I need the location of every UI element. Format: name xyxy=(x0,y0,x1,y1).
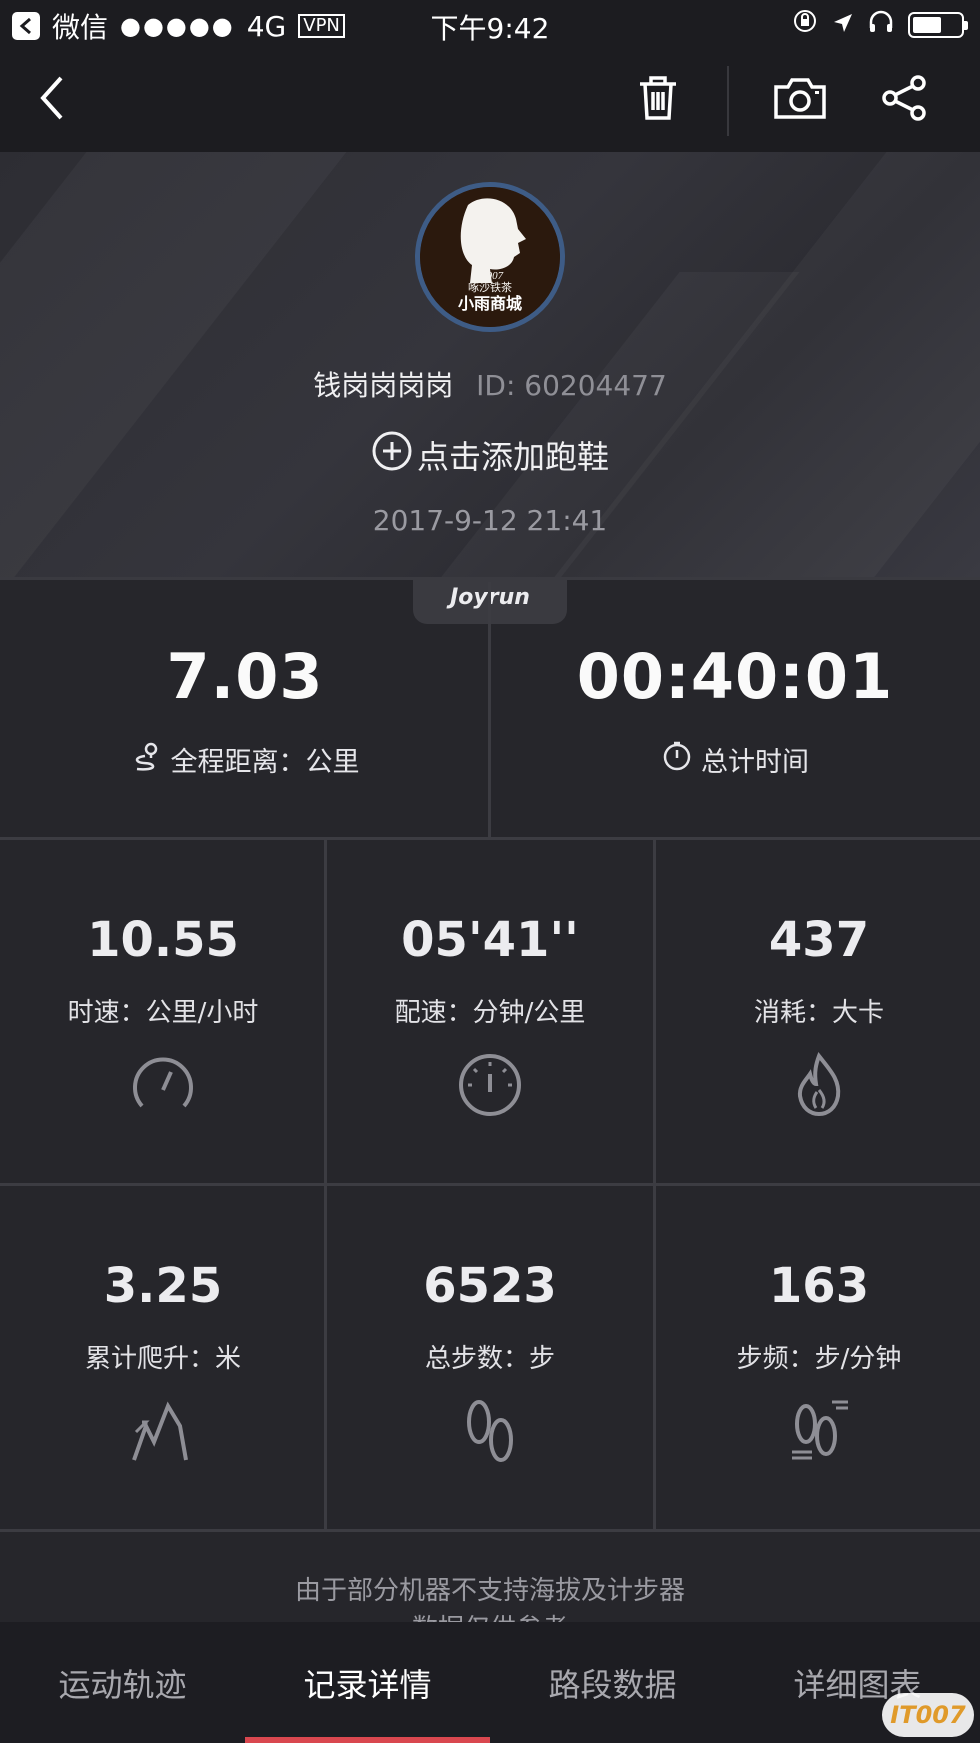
profile-header: IT007 啄沙铁茶 小雨商城 钱岗岗岗岗 ID: 60204477 点击添加跑… xyxy=(0,152,980,578)
battery-fill xyxy=(913,16,941,33)
pace-stat: 05'41'' 配速：分钟/公里 xyxy=(327,840,653,1182)
cadence-icon xyxy=(784,1396,854,1466)
camera-button[interactable] xyxy=(770,70,830,130)
stopwatch-icon xyxy=(661,740,693,779)
cadence-stat: 163 步频：步/分钟 xyxy=(656,1186,980,1528)
duration-metric: 00:40:01 总计时间 xyxy=(490,582,980,838)
rotation-lock-icon xyxy=(792,8,818,41)
pace-value: 05'41'' xyxy=(401,912,579,968)
user-name: 钱岗岗岗岗 xyxy=(313,369,454,402)
speed-stat: 10.55 时速：公里/小时 xyxy=(0,840,326,1182)
trash-icon xyxy=(636,74,680,126)
status-right xyxy=(792,8,968,41)
steps-stat: 6523 总步数：步 xyxy=(327,1186,653,1528)
bottom-tab-bar: 运动轨迹 记录详情 路段数据 详细图表 IT007 xyxy=(0,1622,980,1743)
nav-divider xyxy=(727,66,729,136)
cadence-value: 163 xyxy=(768,1258,870,1314)
plus-circle-icon xyxy=(371,430,413,480)
tab-segment-data[interactable]: 路段数据 xyxy=(490,1622,735,1743)
cadence-label: 步频：步/分钟 xyxy=(736,1344,902,1374)
grid-bottom-divider xyxy=(0,1529,980,1532)
back-button[interactable] xyxy=(22,70,82,130)
status-bar: 微信 ●●●●● 4G VPN 下午9:42 xyxy=(0,0,980,48)
add-shoe-button[interactable]: 点击添加跑鞋 xyxy=(0,430,980,480)
nav-bar xyxy=(0,48,980,152)
climb-stat: 3.25 累计爬升：米 xyxy=(0,1186,326,1528)
duration-label-row: 总计时间 xyxy=(490,740,980,779)
avatar-line3: 小雨商城 xyxy=(458,294,522,313)
flame-icon xyxy=(784,1050,854,1120)
speedometer-icon xyxy=(128,1050,198,1120)
distance-metric: 7.03 全程距离：公里 xyxy=(0,582,490,838)
climb-icon xyxy=(128,1396,198,1466)
pace-label: 配速：分钟/公里 xyxy=(394,998,586,1028)
tab-track[interactable]: 运动轨迹 xyxy=(0,1622,245,1743)
speed-value: 10.55 xyxy=(87,912,239,968)
calories-value: 437 xyxy=(768,912,870,968)
calories-stat: 437 消耗：大卡 xyxy=(656,840,980,1182)
share-icon xyxy=(880,74,928,126)
tab-record-details[interactable]: 记录详情 xyxy=(245,1622,490,1743)
distance-label: 全程距离：公里 xyxy=(170,747,360,778)
pace-gauge-icon xyxy=(455,1050,525,1120)
steps-value: 6523 xyxy=(423,1258,557,1314)
route-pin-icon xyxy=(131,740,163,779)
steps-label: 总步数：步 xyxy=(424,1344,555,1374)
footprints-icon xyxy=(455,1396,525,1466)
duration-label: 总计时间 xyxy=(701,747,809,778)
user-id: ID: 60204477 xyxy=(476,369,667,402)
battery-icon xyxy=(908,11,968,38)
distance-value: 7.03 xyxy=(166,640,324,713)
chevron-left-icon xyxy=(37,74,67,126)
climb-label: 累计爬升：米 xyxy=(84,1344,241,1374)
run-date: 2017-9-12 21:41 xyxy=(372,504,608,537)
climb-value: 3.25 xyxy=(103,1258,223,1314)
camera-icon xyxy=(772,75,828,125)
avatar[interactable]: IT007 啄沙铁茶 小雨商城 xyxy=(415,182,565,332)
add-shoe-label: 点击添加跑鞋 xyxy=(416,438,609,476)
disclaimer-line1: 由于部分机器不支持海拔及计步器 xyxy=(294,1576,685,1606)
duration-value: 00:40:01 xyxy=(576,640,894,713)
watermark-logo: IT007 xyxy=(882,1693,974,1737)
location-arrow-icon xyxy=(832,8,854,41)
distance-label-row: 全程距离：公里 xyxy=(0,740,490,779)
user-info: 钱岗岗岗岗 ID: 60204477 xyxy=(0,364,980,404)
avatar-line2: 啄沙铁茶 xyxy=(468,281,512,294)
calories-label: 消耗：大卡 xyxy=(753,998,884,1028)
headphones-icon xyxy=(868,8,894,41)
speed-label: 时速：公里/小时 xyxy=(67,998,259,1028)
delete-button[interactable] xyxy=(628,70,688,130)
share-button[interactable] xyxy=(874,70,934,130)
